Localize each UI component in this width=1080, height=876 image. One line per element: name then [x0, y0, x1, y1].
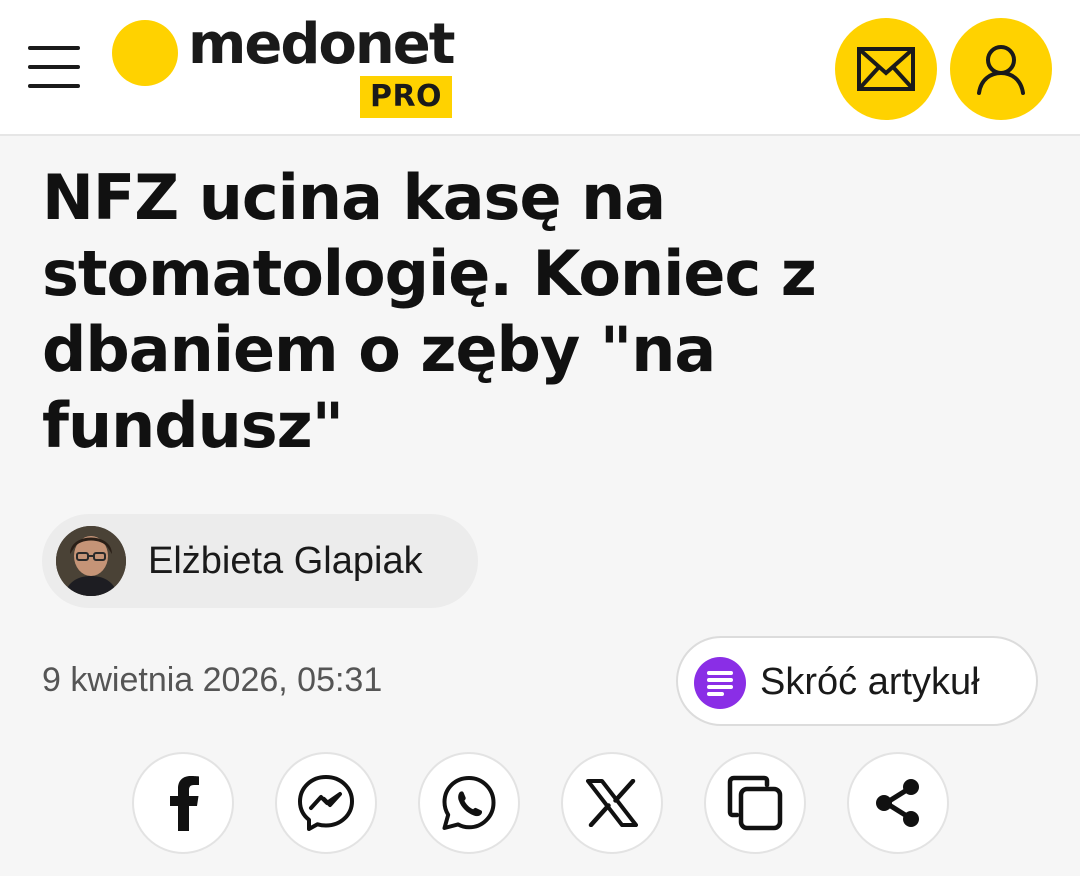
whatsapp-icon: [442, 776, 496, 830]
messenger-icon: [298, 775, 354, 831]
top-header: medonet PRO: [0, 0, 1080, 136]
share-whatsapp-button[interactable]: [418, 752, 520, 854]
facebook-icon: [170, 776, 199, 831]
author-name: Elżbieta Glapiak: [148, 540, 423, 582]
author-avatar: [56, 526, 126, 596]
author-chip[interactable]: Elżbieta Glapiak: [42, 514, 478, 608]
copy-link-button[interactable]: [704, 752, 806, 854]
summary-lines-icon: [694, 657, 746, 709]
logo-dot: [112, 20, 178, 86]
share-icon: [876, 779, 919, 827]
copy-icon: [727, 775, 783, 831]
x-icon: [586, 779, 638, 827]
summarize-article-button[interactable]: Skróć artykuł: [676, 636, 1038, 726]
logo-pro-badge: PRO: [360, 76, 452, 118]
publish-date: 9 kwietnia 2026, 05:31: [42, 661, 383, 699]
article-page: medonet PRO NFZ ucina kasę na stomatolog…: [0, 0, 1080, 876]
newsletter-button[interactable]: [835, 18, 937, 120]
summarize-label: Skróć artykuł: [760, 661, 980, 703]
article-title: NFZ ucina kasę na stomatologię. Koniec z…: [42, 161, 817, 462]
share-x-button[interactable]: [561, 752, 663, 854]
share-messenger-button[interactable]: [275, 752, 377, 854]
user-icon: [977, 45, 1025, 95]
hamburger-menu-icon[interactable]: [28, 46, 80, 88]
share-facebook-button[interactable]: [132, 752, 234, 854]
logo-text: medonet: [188, 12, 456, 77]
user-account-button[interactable]: [950, 18, 1052, 120]
mail-icon: [857, 47, 915, 91]
share-more-button[interactable]: [847, 752, 949, 854]
medonet-pro-logo[interactable]: medonet PRO: [112, 12, 462, 118]
share-bar: [132, 752, 952, 856]
